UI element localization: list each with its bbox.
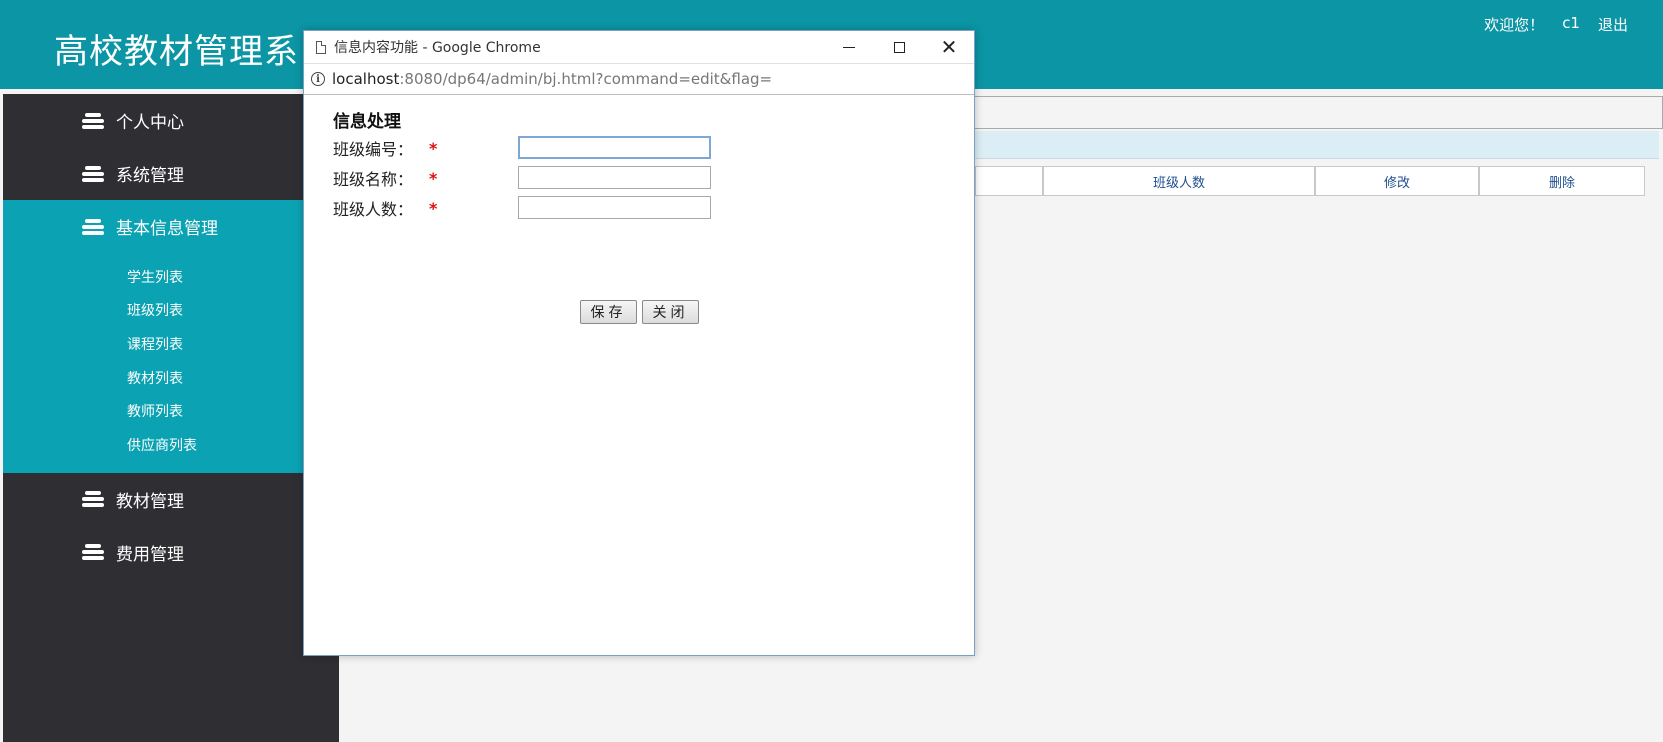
form-row-class-id: 班级编号： * [333, 137, 438, 160]
sidebar-item-teachers[interactable]: 教师列表 [3, 394, 339, 428]
class-size-input[interactable] [518, 196, 711, 219]
stack-icon [82, 218, 104, 235]
save-button[interactable]: 保存 [580, 300, 637, 324]
welcome-text: 欢迎您！ [1484, 16, 1545, 34]
close-window-button[interactable]: ✕ [924, 31, 974, 63]
sidebar-item-students[interactable]: 学生列表 [3, 260, 339, 294]
table-header-hidden-col [975, 166, 1043, 196]
required-mark: * [429, 138, 438, 158]
window-titlebar[interactable]: 信息内容功能 - Google Chrome ✕ [304, 31, 974, 63]
sidebar-group-label: 个人中心 [116, 113, 184, 133]
maximize-icon [893, 41, 905, 53]
col-class-size: 班级人数 [1043, 166, 1315, 196]
sidebar-item-classes[interactable]: 班级列表 [3, 294, 339, 328]
stack-icon [82, 491, 104, 508]
field-label: 班级人数： [333, 200, 414, 219]
close-button[interactable]: 关闭 [642, 300, 699, 324]
col-edit: 修改 [1315, 166, 1479, 196]
minimize-icon [843, 46, 855, 48]
maximize-button[interactable] [874, 31, 924, 63]
sidebar-item-courses[interactable]: 课程列表 [3, 327, 339, 361]
form-row-class-size: 班级人数： * [333, 197, 438, 220]
sidebar-submenu: 学生列表 班级列表 课程列表 教材列表 教师列表 供应商列表 [3, 253, 339, 473]
sidebar-item-textbooks[interactable]: 教材列表 [3, 361, 339, 395]
info-icon[interactable]: i [311, 72, 325, 86]
minimize-button[interactable] [824, 31, 874, 63]
sidebar-group-label: 系统管理 [116, 166, 184, 186]
form-title: 信息处理 [333, 112, 401, 132]
stack-icon [82, 544, 104, 561]
url-path: :8080/dp64/admin/bj.html?command=edit&fl… [399, 70, 773, 88]
user-area: 欢迎您！ c1 退出 [1484, 14, 1628, 35]
sidebar: 个人中心 系统管理 基本信息管理 学生列表 班级列表 课程列表 教材列表 教师列… [3, 94, 339, 742]
sidebar-group-label: 教材管理 [116, 491, 184, 512]
class-id-input[interactable] [518, 136, 711, 159]
address-bar[interactable]: i localhost:8080/dp64/admin/bj.html?comm… [304, 63, 974, 95]
sidebar-group-label: 费用管理 [116, 544, 184, 565]
sidebar-group-label: 基本信息管理 [116, 219, 218, 239]
required-mark: * [429, 168, 438, 188]
required-mark: * [429, 198, 438, 218]
stack-icon [82, 165, 104, 182]
sidebar-group-fee-management[interactable]: 费用管理 [3, 526, 339, 579]
field-label: 班级名称： [333, 170, 414, 189]
col-delete: 删除 [1479, 166, 1645, 196]
form-row-class-name: 班级名称： * [333, 167, 438, 190]
sidebar-group-textbook-management[interactable]: 教材管理 [3, 473, 339, 526]
url-host: localhost [332, 70, 400, 88]
sidebar-item-suppliers[interactable]: 供应商列表 [3, 428, 339, 462]
document-icon [316, 40, 326, 54]
app-title: 高校教材管理系 [54, 32, 299, 72]
close-icon: ✕ [940, 35, 958, 59]
url-text: localhost:8080/dp64/admin/bj.html?comman… [332, 70, 772, 88]
stack-icon [82, 112, 104, 129]
info-bar [969, 131, 1659, 159]
sidebar-group-system-management[interactable]: 系统管理 [3, 147, 339, 200]
field-label: 班级编号： [333, 140, 414, 159]
tab-bar [969, 96, 1663, 129]
username: c1 [1562, 14, 1580, 32]
popup-window: 信息内容功能 - Google Chrome ✕ i localhost:808… [303, 30, 975, 656]
sidebar-group-personal-center[interactable]: 个人中心 [3, 94, 339, 147]
class-name-input[interactable] [518, 166, 711, 189]
table-header: 班级人数 修改 删除 [975, 166, 1645, 196]
window-title: 信息内容功能 - Google Chrome [334, 40, 541, 56]
sidebar-group-basic-info[interactable]: 基本信息管理 [3, 200, 339, 253]
logout-link[interactable]: 退出 [1598, 14, 1628, 35]
